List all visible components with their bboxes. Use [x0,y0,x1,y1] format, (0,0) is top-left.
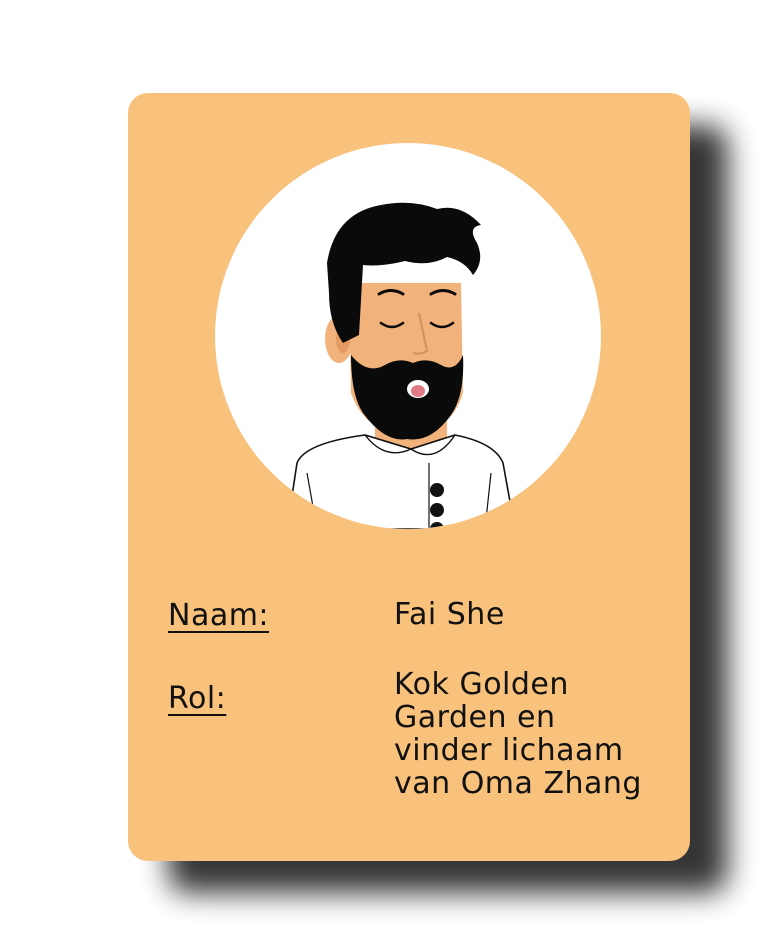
name-value: Fai She [394,597,505,632]
name-label: Naam: [168,598,270,633]
role-value: Kok Golden Garden en vinder lichaam van … [394,667,642,801]
bearded-chef-avatar-icon [286,202,516,529]
role-label: Rol: [168,681,227,716]
avatar [215,143,601,529]
jacket-button [430,483,444,497]
jacket-button [430,503,444,517]
chef-jacket-shape [286,434,516,529]
character-card: Naam: Fai She Rol: Kok Golden Garden en … [128,93,690,861]
